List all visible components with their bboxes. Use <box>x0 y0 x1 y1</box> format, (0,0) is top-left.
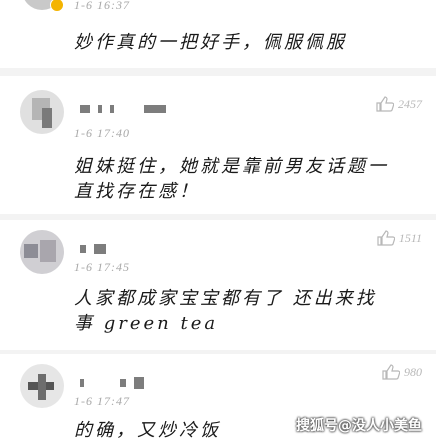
like-button[interactable]: 980 <box>382 364 422 380</box>
comment-0: 1-6 16:37 妙作真的一把好手，佩服佩服 <box>0 0 436 66</box>
like-count: 980 <box>404 364 422 379</box>
comment-timestamp: 1-6 17:40 <box>74 126 130 140</box>
like-count: 2457 <box>398 96 422 111</box>
avatar[interactable] <box>20 90 64 134</box>
comment-text: 妙作真的一把好手，佩服佩服 <box>74 32 347 53</box>
like-count: 1511 <box>398 230 422 245</box>
thumbs-up-icon <box>382 364 400 380</box>
comment-1: 2457 1-6 17:40 姐妹挺住，她就是靠前男友话题一直找存在感！ <box>0 76 436 214</box>
avatar[interactable] <box>22 0 64 12</box>
watermark: 搜狐号@没人小美鱼 <box>296 418 422 434</box>
divider <box>0 68 436 76</box>
thumbs-up-icon <box>376 96 394 112</box>
avatar[interactable] <box>20 364 64 408</box>
comment-timestamp: 1-6 17:47 <box>74 394 130 408</box>
username-pixelated[interactable] <box>80 98 174 113</box>
thumbs-up-icon <box>377 230 395 246</box>
comment-text: 人家都成家宝宝都有了 还出来找事 green tea <box>74 288 377 334</box>
username-pixelated[interactable] <box>80 372 152 389</box>
vip-badge-icon <box>50 0 64 12</box>
comment-2: 1511 1-6 17:45 人家都成家宝宝都有了 还出来找事 green te… <box>0 220 436 350</box>
like-button[interactable]: 1511 <box>377 230 422 246</box>
avatar[interactable] <box>20 230 64 274</box>
username-pixelated[interactable] <box>80 238 114 254</box>
comment-text: 姐妹挺住，她就是靠前男友话题一直找存在感！ <box>74 156 389 202</box>
comment-timestamp: 1-6 17:45 <box>74 260 130 274</box>
like-button[interactable]: 2457 <box>376 96 422 112</box>
comment-timestamp: 1-6 16:37 <box>74 0 130 12</box>
